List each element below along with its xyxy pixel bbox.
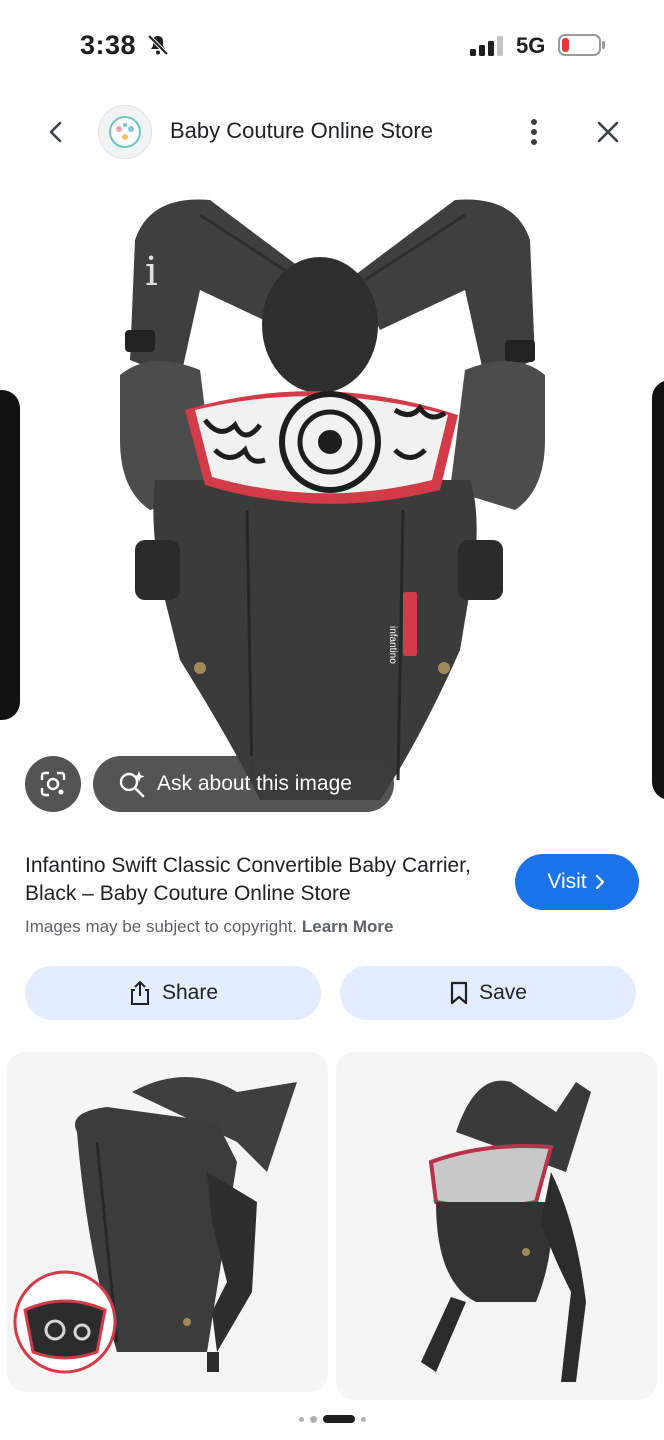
bookmark-icon: [450, 981, 468, 1005]
visit-button[interactable]: Visit: [515, 854, 639, 910]
next-image-peek[interactable]: [652, 380, 664, 800]
lens-button[interactable]: [25, 756, 81, 812]
carrier-side-view-illustration: [13, 1077, 297, 1374]
bell-slash-icon: [147, 34, 169, 56]
learn-more-link[interactable]: Learn More: [302, 917, 394, 936]
pager-dot: [360, 1416, 366, 1422]
more-vert-icon[interactable]: [520, 116, 548, 148]
related-image-1[interactable]: [7, 1052, 328, 1392]
visit-label: Visit: [547, 870, 587, 893]
svg-text:i: i: [145, 249, 158, 295]
status-bar: 3:38 5G: [0, 0, 664, 90]
store-logo-icon: [109, 116, 141, 148]
sparkle-search-icon: [119, 771, 145, 798]
share-button[interactable]: Share: [25, 966, 321, 1020]
save-label: Save: [479, 981, 527, 1004]
pager-dot: [309, 1415, 317, 1423]
store-name[interactable]: Baby Couture Online Store: [170, 118, 433, 144]
ask-about-image-button[interactable]: Ask about this image: [93, 756, 394, 812]
pager-dot-active: [322, 1415, 355, 1423]
close-icon[interactable]: [592, 116, 624, 148]
share-label: Share: [161, 981, 219, 1004]
battery-low-icon: [558, 34, 605, 56]
network-label: 5G: [516, 33, 546, 58]
page-header: Baby Couture Online Store: [0, 100, 664, 164]
pager-dot: [298, 1416, 304, 1422]
ask-about-image-label: Ask about this image: [157, 772, 352, 795]
baby-carrier-illustration: i: [120, 199, 545, 800]
product-title[interactable]: Infantino Swift Classic Convertible Baby…: [25, 852, 495, 908]
back-chevron-icon[interactable]: [40, 116, 72, 148]
image-pager: [0, 1413, 664, 1425]
lens-icon: [40, 771, 66, 797]
chevron-right-icon: [595, 874, 604, 890]
share-icon: [130, 980, 149, 1005]
signal-icon: [470, 36, 503, 56]
save-button[interactable]: Save: [340, 966, 636, 1020]
copyright-text: Images may be subject to copyright.: [25, 917, 298, 936]
carrier-angle-view-illustration: [421, 1080, 591, 1382]
product-image[interactable]: i infantino: [0, 180, 664, 820]
previous-image-peek[interactable]: [0, 390, 20, 720]
status-time: 3:38: [80, 30, 137, 60]
copyright-notice: Images may be subject to copyright. Lear…: [25, 917, 394, 937]
store-logo[interactable]: [98, 105, 152, 159]
brand-tag: infantino: [387, 626, 398, 664]
related-image-2[interactable]: [336, 1052, 657, 1400]
